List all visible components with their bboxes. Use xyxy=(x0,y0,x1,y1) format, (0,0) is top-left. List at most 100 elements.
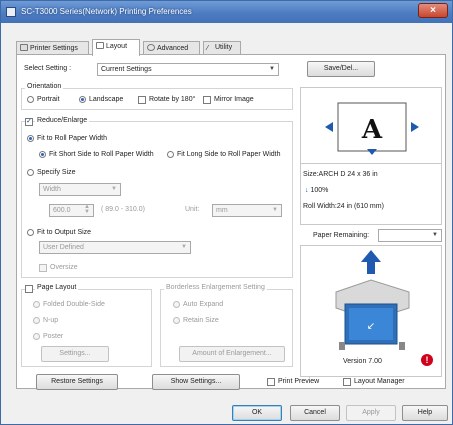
preview-graphic: A xyxy=(325,102,419,155)
landscape-label: Landscape xyxy=(89,96,124,103)
arrow-left-icon xyxy=(325,122,333,132)
fit-output-size-label: Fit to Output Size xyxy=(37,229,92,236)
landscape-radio[interactable] xyxy=(79,96,86,103)
apply-button[interactable]: Apply xyxy=(346,405,396,421)
fit-short-side-label: Fit Short Side to Roll Paper Width xyxy=(49,151,154,158)
preview-letter: A xyxy=(361,115,383,145)
version-text: Version 7.00 xyxy=(343,358,382,365)
paper-remaining-label: Paper Remaining: xyxy=(313,232,370,239)
auto-expand-radio[interactable] xyxy=(173,301,180,308)
size-value-stepper[interactable]: 600.0 ▲ ▼ xyxy=(49,204,94,217)
spin-arrows-icon: ▲ ▼ xyxy=(84,204,90,215)
tab-printer-settings[interactable]: Printer Settings xyxy=(16,41,89,55)
specify-size-label: Specify Size xyxy=(37,169,76,176)
output-size-combo[interactable]: User Defined ▼ xyxy=(39,241,191,254)
chevron-down-icon: ▼ xyxy=(269,66,275,72)
layout-panel: Select Setting : Current Settings ▼ Save… xyxy=(16,54,446,390)
amount-of-enlargement-button[interactable]: Amount of Enlargement... xyxy=(179,346,285,362)
fit-output-size-radio[interactable] xyxy=(27,229,34,236)
printer-status-box: ↙ Version 7.00 ! xyxy=(300,245,442,377)
oversize-checkbox[interactable] xyxy=(39,264,47,272)
print-preview-checkbox[interactable] xyxy=(267,378,275,386)
rotate-180-checkbox[interactable] xyxy=(138,96,146,104)
feed-arrow-icon xyxy=(361,250,381,274)
printer-leg-left xyxy=(339,342,345,350)
size-basis-combo[interactable]: Width ▼ xyxy=(39,183,121,196)
paper-info-box: Size:ARCH D 24 x 36 in ↓ 100% Roll Width… xyxy=(300,164,442,225)
fit-short-side-radio[interactable] xyxy=(39,151,46,158)
auto-expand-label: Auto Expand xyxy=(183,301,224,308)
scale-arrow-icon: ↓ xyxy=(305,187,309,194)
n-up-label: N-up xyxy=(43,317,59,324)
fit-long-side-label: Fit Long Side to Roll Paper Width xyxy=(177,151,281,158)
wrench-icon: ⁄ xyxy=(207,45,209,52)
unit-combo[interactable]: mm ▼ xyxy=(212,204,282,217)
chevron-down-icon: ▼ xyxy=(272,207,278,213)
scale-text: 100% xyxy=(310,187,329,194)
help-button[interactable]: Help xyxy=(402,405,448,421)
folded-double-side-radio[interactable] xyxy=(33,301,40,308)
retain-size-label: Retain Size xyxy=(183,317,219,324)
tab-layout[interactable]: Layout xyxy=(92,39,140,56)
printer-illustration: ↙ xyxy=(335,250,410,350)
fit-long-side-radio[interactable] xyxy=(167,151,174,158)
layout-preview: A xyxy=(300,87,442,164)
close-button[interactable]: × xyxy=(418,3,448,18)
rotate-180-label: Rotate by 180° xyxy=(149,96,196,103)
borderless-label: Borderless Enlargement Setting xyxy=(164,284,267,291)
reduce-enlarge-group xyxy=(21,121,293,278)
oversize-label: Oversize xyxy=(50,264,78,271)
arrow-right-icon xyxy=(411,122,419,132)
page-layout-checkbox[interactable] xyxy=(25,285,33,293)
chevron-down-icon: ▼ xyxy=(432,232,438,238)
fit-roll-width-label: Fit to Roll Paper Width xyxy=(37,135,108,142)
chevron-down-icon: ▼ xyxy=(111,186,117,192)
unit-label: Unit: xyxy=(185,206,200,213)
title-bar[interactable]: SC-T3000 Series(Network) Printing Prefer… xyxy=(1,1,452,23)
size-range-text: ( 89.0 - 310.0) xyxy=(101,206,145,213)
mirror-image-checkbox[interactable] xyxy=(203,96,211,104)
print-preview-label: Print Preview xyxy=(278,378,320,385)
page-layout-settings-button[interactable]: Settings... xyxy=(41,346,109,362)
warning-icon[interactable]: ! xyxy=(421,354,433,366)
chevron-down-icon: ▼ xyxy=(181,244,187,250)
portrait-label: Portrait xyxy=(37,96,60,103)
orientation-label: Orientation xyxy=(25,83,64,90)
poster-radio[interactable] xyxy=(33,333,40,340)
reduce-enlarge-label: Reduce/Enlarge xyxy=(35,117,90,124)
portrait-radio[interactable] xyxy=(27,96,34,103)
n-up-radio[interactable] xyxy=(33,317,40,324)
printer-icon xyxy=(20,44,28,51)
window-title: SC-T3000 Series(Network) Printing Prefer… xyxy=(21,7,192,16)
printer-leg-right xyxy=(399,342,405,350)
scale-row: ↓ 100% xyxy=(305,187,328,194)
specify-size-radio[interactable] xyxy=(27,169,34,176)
roll-width-text: Roll Width:24 in (610 mm) xyxy=(303,203,384,210)
arrow-down-icon xyxy=(367,149,377,155)
fit-roll-width-radio[interactable] xyxy=(27,135,34,142)
paper-remaining-combo[interactable]: ▼ xyxy=(378,229,442,242)
mirror-image-label: Mirror Image xyxy=(214,96,254,103)
tab-utility[interactable]: ⁄ Utility xyxy=(203,41,241,55)
page-layout-label: Page Layout xyxy=(35,284,79,291)
select-setting-combo[interactable]: Current Settings ▼ xyxy=(97,63,279,76)
paper-size-text: Size:ARCH D 24 x 36 in xyxy=(303,171,378,178)
save-del-button[interactable]: Save/Del... xyxy=(307,61,375,77)
layout-icon xyxy=(96,42,104,49)
select-setting-label: Select Setting : xyxy=(24,65,72,72)
tab-advanced[interactable]: Advanced xyxy=(143,41,200,55)
gear-icon xyxy=(147,44,155,51)
cancel-button[interactable]: Cancel xyxy=(290,405,340,421)
layout-manager-checkbox[interactable] xyxy=(343,378,351,386)
layout-manager-label: Layout Manager xyxy=(354,378,405,385)
poster-label: Poster xyxy=(43,333,64,340)
printing-preferences-window: SC-T3000 Series(Network) Printing Prefer… xyxy=(0,0,453,425)
restore-settings-button[interactable]: Restore Settings xyxy=(36,374,118,390)
folded-double-side-label: Folded Double-Side xyxy=(43,301,105,308)
show-settings-button[interactable]: Show Settings... xyxy=(152,374,240,390)
roll-mark: ↙ xyxy=(367,321,375,332)
retain-size-radio[interactable] xyxy=(173,317,180,324)
printer-app-icon xyxy=(6,7,16,17)
reduce-enlarge-checkbox[interactable]: ✓ xyxy=(25,118,33,126)
ok-button[interactable]: OK xyxy=(232,405,282,421)
